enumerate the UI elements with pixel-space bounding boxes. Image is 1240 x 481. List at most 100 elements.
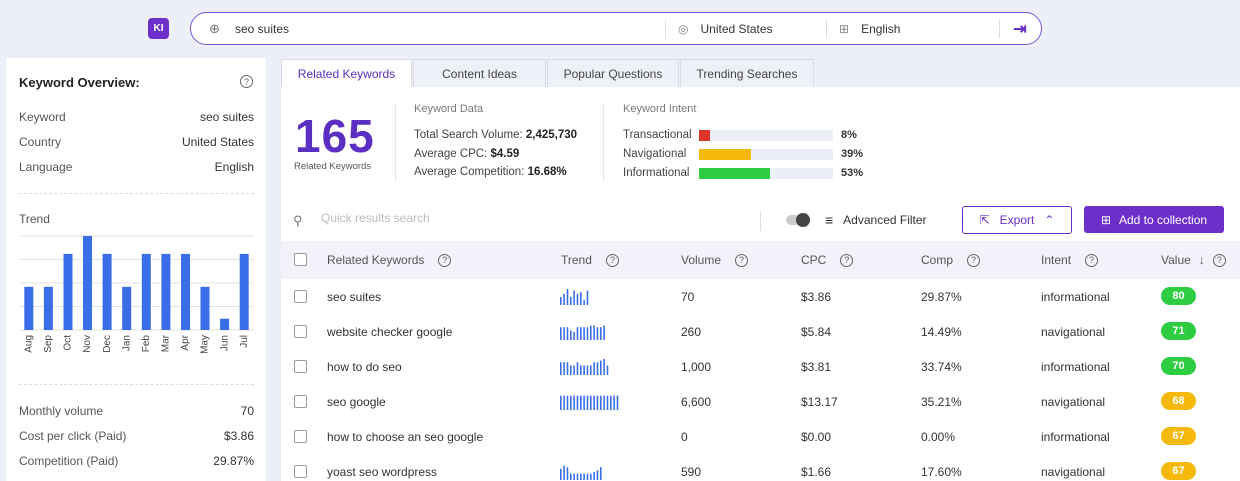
row-checkbox[interactable]	[294, 395, 307, 408]
trend-month-label: Mar	[161, 334, 172, 352]
select-all-checkbox[interactable]	[294, 253, 307, 266]
value-badge: 70	[1161, 357, 1196, 375]
trend-sparkline	[560, 429, 620, 445]
sparkline-bar	[566, 362, 569, 375]
sparkline-bar	[596, 327, 599, 340]
trend-sparkline	[560, 289, 589, 305]
search-submit-icon[interactable]: ⇥	[1000, 13, 1040, 44]
help-icon[interactable]: ?	[438, 253, 452, 267]
keyword-cell[interactable]: seo suites	[327, 279, 381, 314]
table-row[interactable]: seo google 6,600 $13.17 35.21% navigational 6…	[281, 384, 1240, 419]
col-value[interactable]: Value ↓?	[1161, 241, 1226, 279]
sparkline-bar	[563, 362, 565, 375]
data-value: 2,425,730	[525, 129, 578, 141]
col-intent[interactable]: Intent?	[1041, 241, 1099, 279]
sparkline-bar	[606, 365, 609, 375]
export-button[interactable]: ⇱ Export ⌃	[962, 206, 1072, 234]
quick-search-input[interactable]	[321, 211, 621, 225]
sparkline-bar	[573, 395, 575, 410]
sparkline-bar	[573, 365, 575, 375]
keyword-input[interactable]: seo suites	[235, 13, 665, 44]
help-icon[interactable]: ?	[240, 75, 253, 88]
sparkline-bar	[560, 395, 562, 410]
sparkline-bar	[580, 365, 582, 375]
help-icon[interactable]: ?	[967, 253, 981, 267]
data-value: $4.59	[490, 148, 520, 160]
advanced-filter-button[interactable]: ≡ Advanced Filter	[825, 212, 927, 228]
row-checkbox[interactable]	[294, 290, 307, 303]
search-icon: ⚲	[293, 213, 303, 228]
share-icon: ⇱	[979, 213, 990, 227]
table-row[interactable]: how to do seo 1,000 $3.81 33.74% information…	[281, 349, 1240, 384]
col-comp[interactable]: Comp?	[921, 241, 981, 279]
intent-bar	[699, 148, 833, 160]
sparkline-bar	[576, 362, 579, 375]
filter-toggle[interactable]	[786, 213, 810, 227]
sparkline-bar	[563, 465, 565, 480]
help-icon[interactable]: ?	[1085, 253, 1099, 267]
help-icon[interactable]: ?	[1212, 253, 1226, 267]
sparkline-bar	[576, 395, 579, 410]
keyword-cell[interactable]: website checker google	[327, 314, 452, 349]
trend-bar	[161, 253, 171, 330]
col-label: Intent	[1041, 253, 1072, 267]
col-volume[interactable]: Volume?	[681, 241, 749, 279]
language-select[interactable]: ⊞ English	[827, 13, 999, 44]
help-icon[interactable]: ?	[605, 253, 619, 267]
sparkline-bar	[570, 330, 572, 340]
keyword-cell[interactable]: how to do seo	[327, 349, 402, 384]
sparkline-bar	[583, 327, 585, 340]
intent-bar	[699, 129, 833, 141]
sparkline-bar	[576, 327, 579, 340]
col-related-keywords[interactable]: Related Keywords?	[327, 241, 452, 279]
table-row[interactable]: how to choose an seo google 0 $0.00 0.00% in…	[281, 419, 1240, 454]
data-label: Total Search Volume:	[414, 129, 523, 141]
comp-cell: 33.74%	[921, 359, 962, 374]
trend-bar	[122, 286, 132, 330]
sparkline-bar	[573, 473, 575, 480]
row-checkbox[interactable]	[294, 430, 307, 443]
location-select[interactable]: ◎ United States	[666, 13, 826, 44]
keyword-cell[interactable]: yoast seo wordpress	[327, 454, 437, 481]
trend-bar	[200, 286, 210, 330]
tab-related-keywords[interactable]: Related Keywords	[281, 59, 412, 88]
sort-down-icon[interactable]: ↓	[1199, 253, 1205, 267]
trend-bar	[141, 253, 151, 330]
tab-popular-questions[interactable]: Popular Questions	[547, 59, 679, 88]
col-trend[interactable]: Trend?	[561, 241, 619, 279]
row-label: Country	[19, 135, 62, 149]
sparkline-bar	[573, 332, 575, 340]
volume-cell: 70	[681, 289, 695, 304]
sparkline-bar	[586, 473, 589, 480]
sparkline-bar	[593, 472, 595, 480]
export-label: Export	[999, 213, 1035, 227]
help-icon[interactable]: ?	[735, 253, 749, 267]
help-icon[interactable]: ?	[840, 253, 854, 267]
intent-cell: informational	[1041, 429, 1110, 444]
table-row[interactable]: website checker google 260 $5.84 14.49% navi…	[281, 314, 1240, 349]
table-row[interactable]: seo suites 70 $3.86 29.87% informational 80	[281, 279, 1240, 314]
col-cpc[interactable]: CPC?	[801, 241, 854, 279]
row-checkbox[interactable]	[294, 360, 307, 373]
tab-content-ideas[interactable]: Content Ideas	[413, 59, 546, 88]
app-logo[interactable]: KI	[148, 18, 169, 39]
add-to-collection-button[interactable]: ⊞ Add to collection	[1084, 206, 1224, 233]
cpc-cell: $1.66	[801, 464, 832, 479]
volume-cell: 260	[681, 324, 702, 339]
row-checkbox[interactable]	[294, 465, 307, 478]
add-collection-label: Add to collection	[1119, 212, 1208, 227]
sparkline-bar	[566, 467, 569, 480]
sparkline-bar	[560, 468, 562, 480]
keyword-cell[interactable]: how to choose an seo google	[327, 419, 483, 454]
filter-lines-icon: ≡	[825, 212, 834, 228]
keyword-intent-heading: Keyword Intent	[623, 103, 697, 115]
tab-trending-searches[interactable]: Trending Searches	[680, 59, 814, 88]
sparkline-bar	[596, 395, 599, 410]
divider	[395, 103, 396, 181]
sparkline-bar	[586, 290, 589, 305]
keyword-cell[interactable]: seo google	[327, 384, 386, 419]
table-row[interactable]: yoast seo wordpress 590 $1.66 17.60% navigat…	[281, 454, 1240, 481]
row-checkbox[interactable]	[294, 325, 307, 338]
intent-cell: informational	[1041, 289, 1110, 304]
sparkline-bar	[566, 327, 569, 340]
